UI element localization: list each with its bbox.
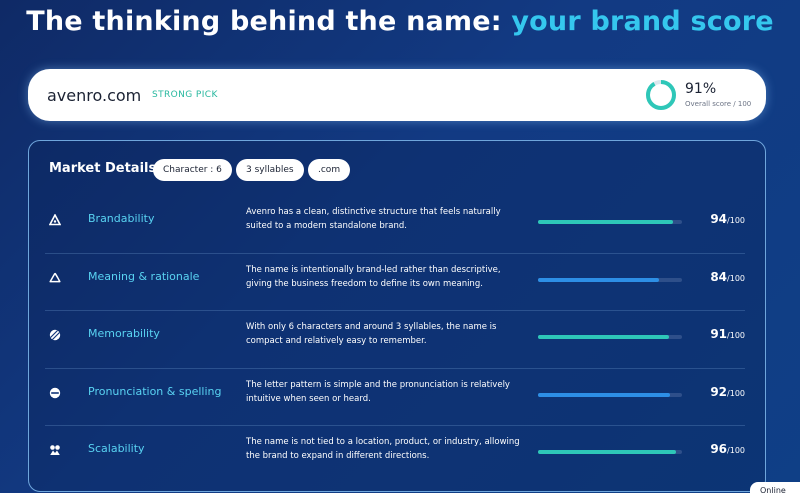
criteria-list: Brandability Avenro has a clean, distinc… bbox=[45, 196, 745, 484]
overall-score-ring bbox=[646, 80, 676, 110]
criteria-label: Brandability bbox=[88, 212, 155, 225]
criteria-bar bbox=[538, 392, 682, 397]
criteria-description: With only 6 characters and around 3 syll… bbox=[246, 322, 497, 346]
criteria-bar-fill bbox=[538, 220, 674, 224]
market-details-title: Market Details bbox=[49, 161, 157, 176]
speech-circle-icon bbox=[49, 387, 61, 399]
chip-tld: .com bbox=[308, 159, 351, 181]
criteria-bar bbox=[538, 335, 682, 339]
overall-score-value: 91% bbox=[685, 81, 717, 97]
criteria-score: 84/100 bbox=[710, 269, 745, 284]
domain-name: avenro.com bbox=[47, 86, 142, 105]
criteria-bar bbox=[538, 277, 682, 282]
criteria-row-brandability: Brandability Avenro has a clean, distinc… bbox=[45, 196, 745, 254]
headline-main: The thinking behind the name: bbox=[26, 6, 512, 37]
domain-card: avenro.com STRONG PICK 91% Overall score… bbox=[28, 69, 766, 121]
criteria-description: Avenro has a clean, distinctive structur… bbox=[246, 207, 501, 231]
criteria-description: The letter pattern is simple and the pro… bbox=[246, 379, 510, 404]
striped-circle-icon bbox=[49, 329, 61, 341]
criteria-score: 91/100 bbox=[710, 327, 745, 341]
criteria-bar-fill bbox=[538, 277, 659, 282]
criteria-bar-fill bbox=[538, 335, 670, 339]
online-status-badge[interactable]: Online bbox=[750, 482, 800, 493]
page-headline: The thinking behind the name: your brand… bbox=[0, 6, 800, 37]
criteria-label: Memorability bbox=[88, 327, 160, 340]
criteria-row-pronunciation: Pronunciation & spelling The letter patt… bbox=[45, 369, 745, 426]
chip-syllables: 3 syllables bbox=[236, 159, 304, 181]
domain-tag: STRONG PICK bbox=[152, 90, 218, 100]
criteria-score: 92/100 bbox=[710, 384, 745, 399]
criteria-row-memorability: Memorability With only 6 characters and … bbox=[45, 311, 745, 369]
criteria-bar-fill bbox=[538, 450, 677, 454]
criteria-description: The name is not tied to a location, prod… bbox=[246, 437, 520, 461]
criteria-bar bbox=[538, 220, 682, 224]
criteria-label: Pronunciation & spelling bbox=[88, 384, 222, 398]
criteria-label: Meaning & rationale bbox=[88, 269, 200, 283]
recycle-icon bbox=[49, 272, 61, 284]
criteria-row-scalability: Scalability The name is not tied to a lo… bbox=[45, 426, 745, 484]
criteria-bar-fill bbox=[538, 392, 671, 397]
headline-accent: your brand score bbox=[511, 6, 774, 37]
brandability-icon bbox=[49, 214, 61, 226]
market-details-panel: Market Details Character : 6 3 syllables… bbox=[28, 140, 766, 492]
overall-score-caption: Overall score / 100 bbox=[685, 100, 752, 108]
criteria-label: Scalability bbox=[88, 442, 145, 455]
criteria-row-meaning: Meaning & rationale The name is intentio… bbox=[45, 254, 745, 311]
chip-characters: Character : 6 bbox=[153, 159, 232, 181]
criteria-description: The name is intentionally brand-led rath… bbox=[246, 264, 501, 289]
criteria-score: 96/100 bbox=[710, 442, 745, 456]
scale-icon bbox=[49, 444, 61, 456]
criteria-bar bbox=[538, 450, 682, 454]
criteria-score: 94/100 bbox=[710, 212, 745, 226]
